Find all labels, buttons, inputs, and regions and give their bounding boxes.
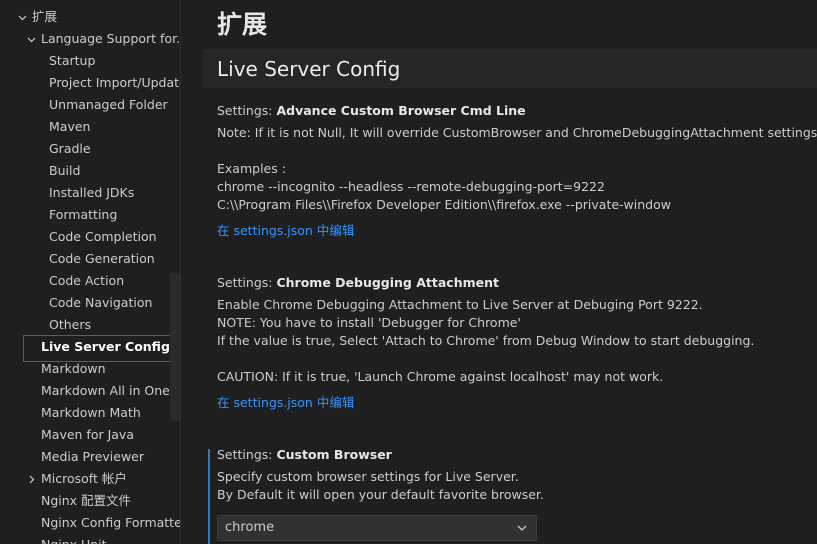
sidebar-item[interactable]: Nginx Config Formatter: [0, 512, 180, 534]
sidebar-item[interactable]: Startup: [0, 50, 180, 72]
sidebar-item-label: Code Generation: [49, 251, 155, 266]
section-title: Live Server Config: [217, 57, 401, 81]
setting-title: Settings: Custom Browser: [217, 446, 807, 464]
sidebar-item[interactable]: Markdown All in One: [0, 380, 180, 402]
sidebar-item[interactable]: Maven: [0, 116, 180, 138]
selected-item-highlight: [23, 335, 175, 362]
description-line: Examples :: [217, 161, 286, 176]
custom-browser-select[interactable]: chrome: [217, 515, 537, 541]
sidebar-item-label: Language Support for...: [41, 31, 180, 46]
setting-description: Specify custom browser settings for Live…: [217, 468, 807, 504]
sidebar-item-label: Microsoft 帐户: [41, 471, 127, 486]
sidebar-item-label: Build: [49, 163, 81, 178]
sidebar-item[interactable]: Microsoft 帐户: [0, 468, 180, 490]
settings-toc-sidebar: 扩展 Language Support for... Startup Project …: [0, 0, 180, 544]
setting-description: Enable Chrome Debugging Attachment to Li…: [217, 296, 807, 386]
sidebar-item-label: Code Action: [49, 273, 125, 288]
sidebar-item-label: Code Navigation: [49, 295, 153, 310]
sidebar-item-label: Others: [49, 317, 92, 332]
setting-title: Settings: Advance Custom Browser Cmd Lin…: [217, 102, 807, 120]
sidebar-item[interactable]: Nginx Unit: [0, 534, 180, 544]
sidebar-item-label: Unmanaged Folder: [49, 97, 168, 112]
description-line: Specify custom browser settings for Live…: [217, 469, 519, 484]
edit-in-settings-json-link[interactable]: 在 settings.json 中编辑: [217, 222, 354, 240]
setting-description: Note: If it is not Null, It will overrid…: [217, 124, 817, 214]
sidebar-item-label: Markdown All in One: [41, 383, 170, 398]
description-line: C:\\Program Files\\Firefox Developer Edi…: [217, 197, 671, 212]
edit-in-settings-json-link[interactable]: 在 settings.json 中编辑: [217, 394, 354, 412]
sidebar-item-label: Startup: [49, 53, 96, 68]
setting-name: Advance Custom Browser Cmd Line: [276, 103, 526, 118]
setting-category: Settings:: [217, 275, 277, 290]
description-line: By Default it will open your default fav…: [217, 487, 544, 502]
settings-editor: 扩展 Live Server Config Settings: Advance …: [181, 0, 817, 544]
setting-custom-browser: Settings: Custom Browser Specify custom …: [217, 446, 807, 504]
setting-category: Settings:: [217, 103, 277, 118]
sidebar-item[interactable]: Code Completion: [0, 226, 180, 248]
sidebar-item-label: Formatting: [49, 207, 118, 222]
description-line: [217, 350, 807, 368]
sidebar-item[interactable]: Nginx 配置文件: [0, 490, 180, 512]
description-line: Note: If it is not Null, It will overrid…: [217, 125, 817, 140]
sidebar-item-label: Nginx Config Formatter: [41, 515, 180, 530]
sidebar-item[interactable]: Language Support for...: [0, 28, 180, 50]
description-line: CAUTION: If it is true, 'Launch Chrome a…: [217, 369, 664, 384]
sidebar-item[interactable]: Media Previewer: [0, 446, 180, 468]
setting-name: Custom Browser: [276, 447, 392, 462]
sidebar-item[interactable]: Installed JDKs: [0, 182, 180, 204]
description-line: [217, 142, 807, 160]
sidebar-item-label: Maven: [49, 119, 91, 134]
sidebar-scrollbar[interactable]: [170, 273, 180, 421]
sidebar-item[interactable]: 扩展: [0, 6, 180, 28]
sidebar-item-label: Nginx 配置文件: [41, 493, 132, 508]
sidebar-item-label: Project Import/Update: [49, 75, 180, 90]
sidebar-item-label: Installed JDKs: [49, 185, 135, 200]
sidebar-item[interactable]: Markdown Math: [0, 402, 180, 424]
description-line: NOTE: You have to install 'Debugger for …: [217, 315, 521, 330]
chevron-down-icon[interactable]: [24, 28, 38, 50]
select-value: chrome: [225, 520, 275, 535]
page-title: 扩展: [217, 10, 268, 39]
sidebar-item-label: Code Completion: [49, 229, 157, 244]
sidebar-item[interactable]: Build: [0, 160, 180, 182]
sidebar-item[interactable]: Code Generation: [0, 248, 180, 270]
description-line: Enable Chrome Debugging Attachment to Li…: [217, 297, 703, 312]
sidebar-item[interactable]: Unmanaged Folder: [0, 94, 180, 116]
setting-advance-custom-browser-cmd-line: Settings: Advance Custom Browser Cmd Lin…: [217, 102, 817, 240]
sidebar-item-label: Media Previewer: [41, 449, 145, 464]
chevron-down-icon[interactable]: [15, 6, 29, 28]
setting-chrome-debugging-attachment: Settings: Chrome Debugging Attachment En…: [217, 274, 807, 412]
sidebar-item[interactable]: Maven for Java: [0, 424, 180, 446]
setting-name: Chrome Debugging Attachment: [276, 275, 499, 290]
sidebar-item[interactable]: Formatting: [0, 204, 180, 226]
sidebar-item[interactable]: Others: [0, 314, 180, 336]
focused-setting-indicator: [208, 449, 210, 544]
chevron-down-icon: [516, 516, 528, 540]
sidebar-item[interactable]: Code Action: [0, 270, 180, 292]
sidebar-item[interactable]: Project Import/Update: [0, 72, 180, 94]
sidebar-item-label: Maven for Java: [41, 427, 134, 442]
setting-title: Settings: Chrome Debugging Attachment: [217, 274, 807, 292]
description-line: chrome --incognito --headless --remote-d…: [217, 179, 605, 194]
sidebar-item-label: Gradle: [49, 141, 91, 156]
sidebar-item-label: Markdown Math: [41, 405, 141, 420]
sidebar-item-label: Nginx Unit: [41, 534, 107, 544]
sidebar-item-label: 扩展: [32, 9, 58, 24]
description-line: If the value is true, Select 'Attach to …: [217, 333, 755, 348]
chevron-right-icon[interactable]: [24, 468, 38, 490]
setting-category: Settings:: [217, 447, 277, 462]
sidebar-item[interactable]: Gradle: [0, 138, 180, 160]
sidebar-item[interactable]: Code Navigation: [0, 292, 180, 314]
